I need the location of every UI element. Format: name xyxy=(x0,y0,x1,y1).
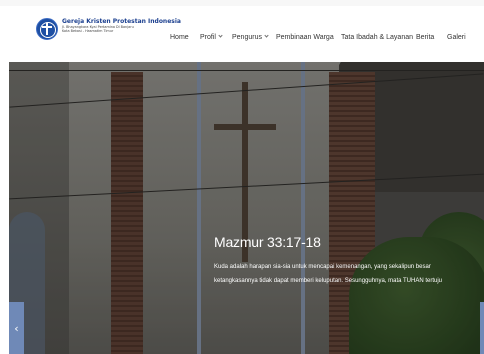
site-header: Gereja Kristen Protestan Indonesia Jl. B… xyxy=(0,6,484,62)
chevron-down-icon xyxy=(218,33,223,38)
nav-item-pembinaan-warga[interactable]: Pembinaan Warga xyxy=(276,34,334,41)
slide-title: Mazmur 33:17-18 xyxy=(214,234,321,250)
nav-item-galeri[interactable]: Galeri xyxy=(447,34,466,41)
nav-item-berita[interactable]: Berita xyxy=(416,34,434,41)
nav-item-tata-ibadah[interactable]: Tata Ibadah & Layanan xyxy=(341,34,413,41)
hero-slider xyxy=(9,62,484,354)
nav-item-pengurus[interactable]: Pengurus xyxy=(232,33,269,41)
slide-text: Kuda adalah harapan sia-sia untuk mencap… xyxy=(214,264,443,284)
chevron-down-icon xyxy=(264,33,269,38)
slider-prev-button[interactable]: ‹ xyxy=(9,302,24,354)
chevron-left-icon: ‹ xyxy=(14,321,19,335)
main-nav: Home Profil Pengurus Pembinaan Warga Tat… xyxy=(0,33,484,46)
slider-next-button[interactable] xyxy=(480,302,484,354)
hero-overlay xyxy=(9,62,484,354)
logo-text: Gereja Kristen Protestan Indonesia Jl. B… xyxy=(62,18,181,34)
site-title: Gereja Kristen Protestan Indonesia xyxy=(62,18,181,25)
nav-item-profil[interactable]: Profil xyxy=(200,33,223,41)
nav-item-home[interactable]: Home xyxy=(170,34,189,41)
